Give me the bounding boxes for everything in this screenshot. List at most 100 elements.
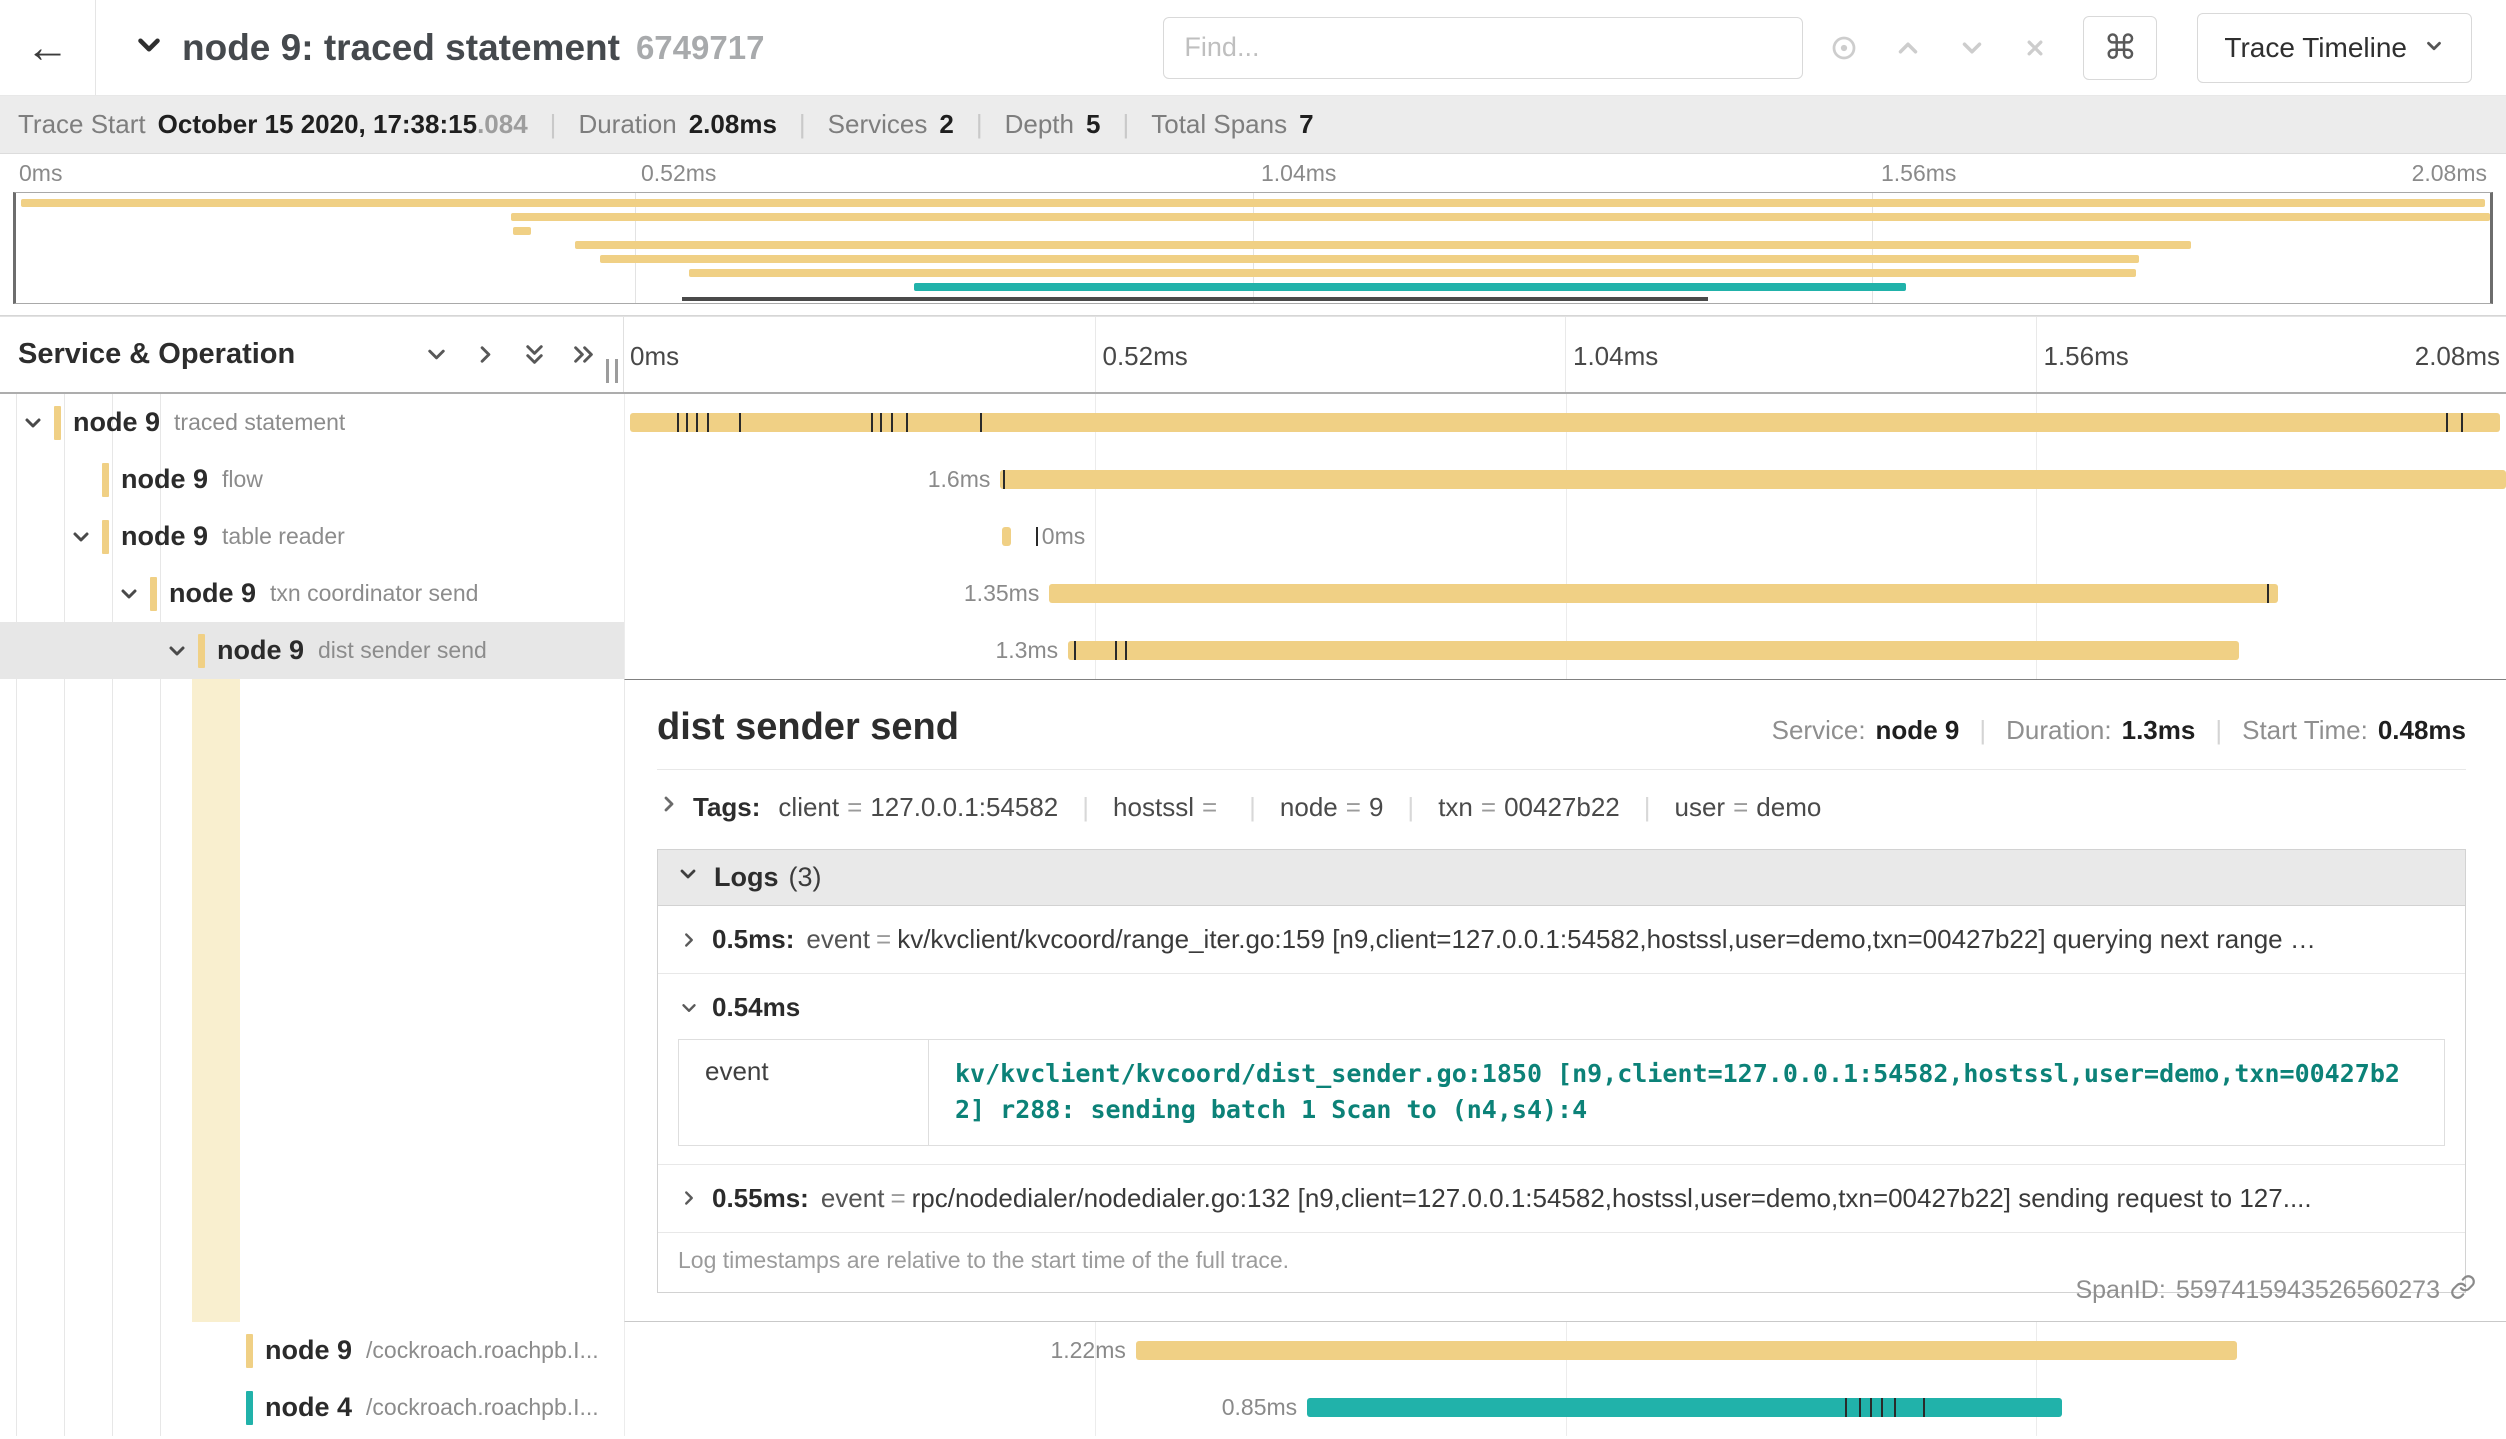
log-summary-text: event=rpc/nodedialer/nodedialer.go:132 [… xyxy=(821,1183,2312,1214)
operation-name: dist sender send xyxy=(318,637,487,664)
span-list: node 9traced statementnode 9flow1.6msnod… xyxy=(0,394,2506,1436)
summary-label: Services xyxy=(828,109,928,140)
service-name: node 4 xyxy=(265,1392,352,1423)
collapse-all-icon[interactable] xyxy=(521,341,548,368)
service-color-bar xyxy=(102,463,109,497)
expand-all-icon[interactable] xyxy=(570,341,597,368)
span-bar-track[interactable]: 1.22ms xyxy=(624,1322,2506,1379)
link-icon[interactable] xyxy=(2450,1274,2476,1307)
span-row[interactable]: node 9/cockroach.roachpb.I...1.22ms xyxy=(0,1322,2506,1379)
span-row[interactable]: node 9traced statement xyxy=(0,394,2506,451)
span-name-cell[interactable]: node 9traced statement xyxy=(0,394,624,451)
operation-name: txn coordinator send xyxy=(270,580,478,607)
column-resizer[interactable] xyxy=(606,359,618,383)
log-equals: = xyxy=(876,924,891,954)
keyboard-shortcuts-button[interactable]: ⌘ xyxy=(2083,16,2157,80)
logs-header[interactable]: Logs (3) xyxy=(658,850,2465,906)
span-name-cell[interactable]: node 9table reader xyxy=(0,508,624,565)
log-marker-tick xyxy=(1859,1398,1861,1417)
separator: | xyxy=(799,109,806,140)
log-key: event xyxy=(821,1183,885,1213)
focus-match-icon[interactable] xyxy=(1829,33,1859,63)
tags-accordion[interactable]: Tags: client=127.0.0.1:54582|hostssl=|no… xyxy=(657,792,2466,823)
span-bar-track[interactable]: 1.6ms xyxy=(624,451,2506,508)
span-duration-bar[interactable] xyxy=(630,413,2501,432)
span-name-cell[interactable]: node 9txn coordinator send xyxy=(0,565,624,622)
back-button[interactable]: ← xyxy=(0,0,96,95)
span-row[interactable]: node 9flow1.6ms xyxy=(0,451,2506,508)
span-name-cell[interactable]: node 9/cockroach.roachpb.I... xyxy=(0,1322,624,1379)
clear-search-icon[interactable] xyxy=(2021,34,2049,62)
service-operation-header-cell: Service & Operation xyxy=(0,317,624,392)
log-summary-text: event=kv/kvclient/kvcoord/range_iter.go:… xyxy=(806,924,2315,955)
log-entry-toggle[interactable]: 0.54ms xyxy=(678,992,2445,1023)
separator: | xyxy=(1082,792,1089,823)
span-detail-panel: dist sender send Service:node 9|Duration… xyxy=(624,679,2506,1322)
tags-list: client=127.0.0.1:54582|hostssl=|node=9|t… xyxy=(778,792,1821,823)
log-timestamp: 0.5ms: xyxy=(712,924,794,955)
prev-match-icon[interactable] xyxy=(1893,33,1923,63)
minimap-tick-labels: 0ms0.52ms1.04ms1.56ms2.08ms xyxy=(13,160,2493,188)
trace-view-selector[interactable]: Trace Timeline xyxy=(2197,13,2472,83)
span-duration-bar[interactable] xyxy=(1136,1341,2237,1360)
minimap-canvas[interactable] xyxy=(13,192,2493,304)
log-entry-toggle[interactable]: 0.55ms:event=rpc/nodedialer/nodedialer.g… xyxy=(678,1183,2445,1214)
minimap-span-bar xyxy=(513,227,530,235)
span-detail-meta: Service:node 9|Duration:1.3ms|Start Time… xyxy=(1772,715,2466,746)
span-duration-bar[interactable] xyxy=(1000,470,2506,489)
tick-label: 1.04ms xyxy=(1261,160,1336,187)
span-duration-bar[interactable] xyxy=(1002,527,1010,546)
span-row[interactable]: node 4/cockroach.roachpb.I...0.85ms xyxy=(0,1379,2506,1436)
timeline-header: Service & Operation 0ms0.52ms1.04ms1.56m… xyxy=(0,316,2506,394)
span-expander-icon[interactable] xyxy=(66,525,96,549)
span-bar-track[interactable]: 0ms xyxy=(624,508,2506,565)
span-expander-icon[interactable] xyxy=(114,582,144,606)
trace-title: node 9: traced statement xyxy=(182,27,620,69)
tick-label: 0.52ms xyxy=(1103,341,1188,372)
span-name-cell[interactable]: node 9dist sender send xyxy=(0,622,624,679)
span-expander-icon[interactable] xyxy=(18,411,48,435)
separator: | xyxy=(550,109,557,140)
span-row[interactable]: node 9table reader0ms xyxy=(0,508,2506,565)
span-name-cell[interactable]: node 4/cockroach.roachpb.I... xyxy=(0,1379,624,1436)
tick-label: 0ms xyxy=(630,341,679,372)
span-detail-title: dist sender send xyxy=(657,706,959,749)
span-row[interactable]: node 9txn coordinator send1.35ms xyxy=(0,565,2506,622)
span-expander-icon[interactable] xyxy=(162,639,192,663)
trace-summary-bar: Trace StartOctober 15 2020, 17:38:15.084… xyxy=(0,96,2506,154)
find-input[interactable] xyxy=(1163,17,1803,79)
log-marker-tick xyxy=(707,413,709,432)
summary-label: Duration xyxy=(578,109,676,140)
span-row[interactable]: node 9dist sender send1.3ms xyxy=(0,622,2506,679)
next-match-icon[interactable] xyxy=(1957,33,1987,63)
log-marker-tick xyxy=(891,413,893,432)
divider xyxy=(657,769,2466,770)
span-duration-bar[interactable] xyxy=(1049,584,2278,603)
summary-value: October 15 2020, 17:38:15 xyxy=(158,109,477,140)
span-bar-track[interactable] xyxy=(624,394,2506,451)
span-duration-bar[interactable] xyxy=(1307,1398,2062,1417)
log-entry: 0.55ms:event=rpc/nodedialer/nodedialer.g… xyxy=(658,1165,2465,1233)
summary-value: 2.08ms xyxy=(689,109,777,140)
meta-label: Duration: xyxy=(2006,715,2112,746)
log-entries: 0.5ms: event=kv/kvclient/kvcoord/range_it… xyxy=(658,906,2465,1233)
span-bar-track[interactable]: 1.35ms xyxy=(624,565,2506,622)
separator: | xyxy=(1407,792,1414,823)
expand-one-icon[interactable] xyxy=(472,341,499,368)
service-color-bar xyxy=(198,634,205,668)
span-bar-track[interactable]: 0.85ms xyxy=(624,1379,2506,1436)
tag-equals: = xyxy=(1481,792,1496,823)
minimap-span-bar xyxy=(689,269,2136,277)
operation-name: /cockroach.roachpb.I... xyxy=(366,1337,599,1364)
collapse-one-icon[interactable] xyxy=(423,341,450,368)
span-duration-bar[interactable] xyxy=(1068,641,2239,660)
span-name-cell[interactable]: node 9flow xyxy=(0,451,624,508)
log-entry-toggle[interactable]: 0.5ms: event=kv/kvclient/kvcoord/range_it… xyxy=(678,924,2445,955)
log-marker-tick xyxy=(1036,527,1038,546)
span-bar-track[interactable]: 1.3ms xyxy=(624,622,2506,679)
trace-collapse-toggle[interactable] xyxy=(132,28,166,67)
log-marker-tick xyxy=(1125,641,1127,660)
tag-equals: = xyxy=(847,792,862,823)
log-timestamp: 0.54ms xyxy=(712,992,800,1023)
minimap-viewport-indicator[interactable] xyxy=(682,297,1709,301)
